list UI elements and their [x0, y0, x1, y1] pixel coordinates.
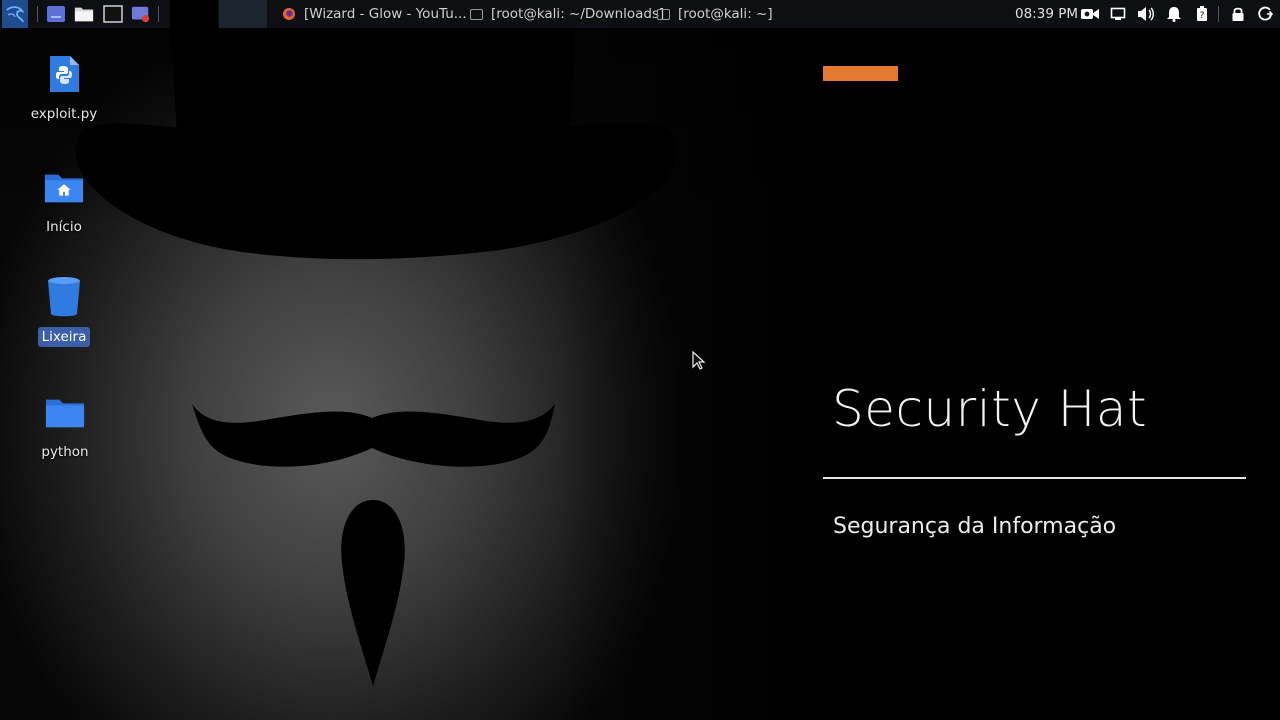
desktop-icon-label: python: [41, 444, 89, 460]
taskbar-window-firefox[interactable]: [Wizard - Glow - YouTu...: [282, 0, 467, 28]
terminal-launcher[interactable]: [103, 0, 123, 28]
goatee: [341, 500, 405, 686]
trash-icon: [44, 275, 84, 319]
workspace-2[interactable]: [219, 0, 267, 28]
screen-recorder-icon: [131, 4, 151, 24]
desktop-icon-label: Lixeira: [37, 327, 91, 347]
logout-icon[interactable]: [1255, 4, 1275, 24]
python-file-icon: [44, 52, 84, 96]
display-icon[interactable]: [1108, 4, 1128, 24]
volume-icon[interactable]: [1136, 4, 1156, 24]
taskbar-window-title: [Wizard - Glow - YouTu...: [304, 6, 467, 22]
terminal-window-icon: [469, 7, 483, 21]
notifications-icon[interactable]: [1164, 4, 1184, 24]
firefox-icon: [282, 7, 296, 21]
file-manager-launcher[interactable]: [74, 0, 94, 28]
workspace-1[interactable]: [170, 0, 218, 28]
wallpaper-fade: [560, 28, 820, 720]
terminal-window-icon: [656, 7, 670, 21]
kali-menu-button[interactable]: [2, 0, 28, 28]
hat-crown: [170, 28, 575, 146]
taskbar-separator: [158, 6, 159, 22]
desktop-icon: [46, 4, 66, 24]
file-manager-icon: [74, 4, 94, 24]
clock[interactable]: 08:39 PM: [1015, 0, 1078, 28]
desktop-icon-lixeira[interactable]: Lixeira: [19, 275, 109, 347]
taskbar: [Wizard - Glow - YouTu... [root@kali: ~/…: [0, 0, 1280, 28]
taskbar-window-title: [root@kali: ~]: [678, 6, 773, 22]
terminal-icon: [103, 4, 123, 24]
home-folder-icon: [44, 165, 84, 209]
taskbar-window-title: [root@kali: ~/Downloads]: [491, 6, 665, 22]
taskbar-separator: [37, 6, 38, 22]
brand-title: Security Hat: [832, 380, 1148, 438]
brand-divider: [823, 477, 1246, 479]
accent-bar: [823, 66, 898, 81]
kali-menu-icon: [5, 4, 25, 24]
taskbar-window-terminal-home[interactable]: [root@kali: ~]: [656, 0, 773, 28]
camera-icon[interactable]: [1080, 4, 1100, 24]
brand-subtitle: Segurança da Informação: [833, 514, 1117, 539]
taskbar-window-terminal-downloads[interactable]: [root@kali: ~/Downloads]: [469, 0, 664, 28]
taskbar-separator: [1218, 6, 1219, 22]
mouse-cursor-icon: [692, 351, 706, 370]
desktop-icon-inicio[interactable]: Início: [19, 165, 109, 237]
desktop-icon-label: exploit.py: [30, 106, 98, 122]
battery-icon[interactable]: ?: [1192, 4, 1212, 24]
show-desktop-launcher[interactable]: [46, 0, 66, 28]
desktop-icon-python[interactable]: python: [20, 390, 110, 462]
folder-icon: [45, 390, 85, 434]
screen-recorder-launcher[interactable]: [131, 0, 151, 28]
desktop-icon-exploit-py[interactable]: exploit.py: [19, 52, 109, 124]
lock-icon[interactable]: [1228, 4, 1248, 24]
svg-text:?: ?: [1200, 11, 1205, 21]
desktop-icon-label: Início: [46, 219, 82, 235]
mustache: [192, 404, 555, 467]
